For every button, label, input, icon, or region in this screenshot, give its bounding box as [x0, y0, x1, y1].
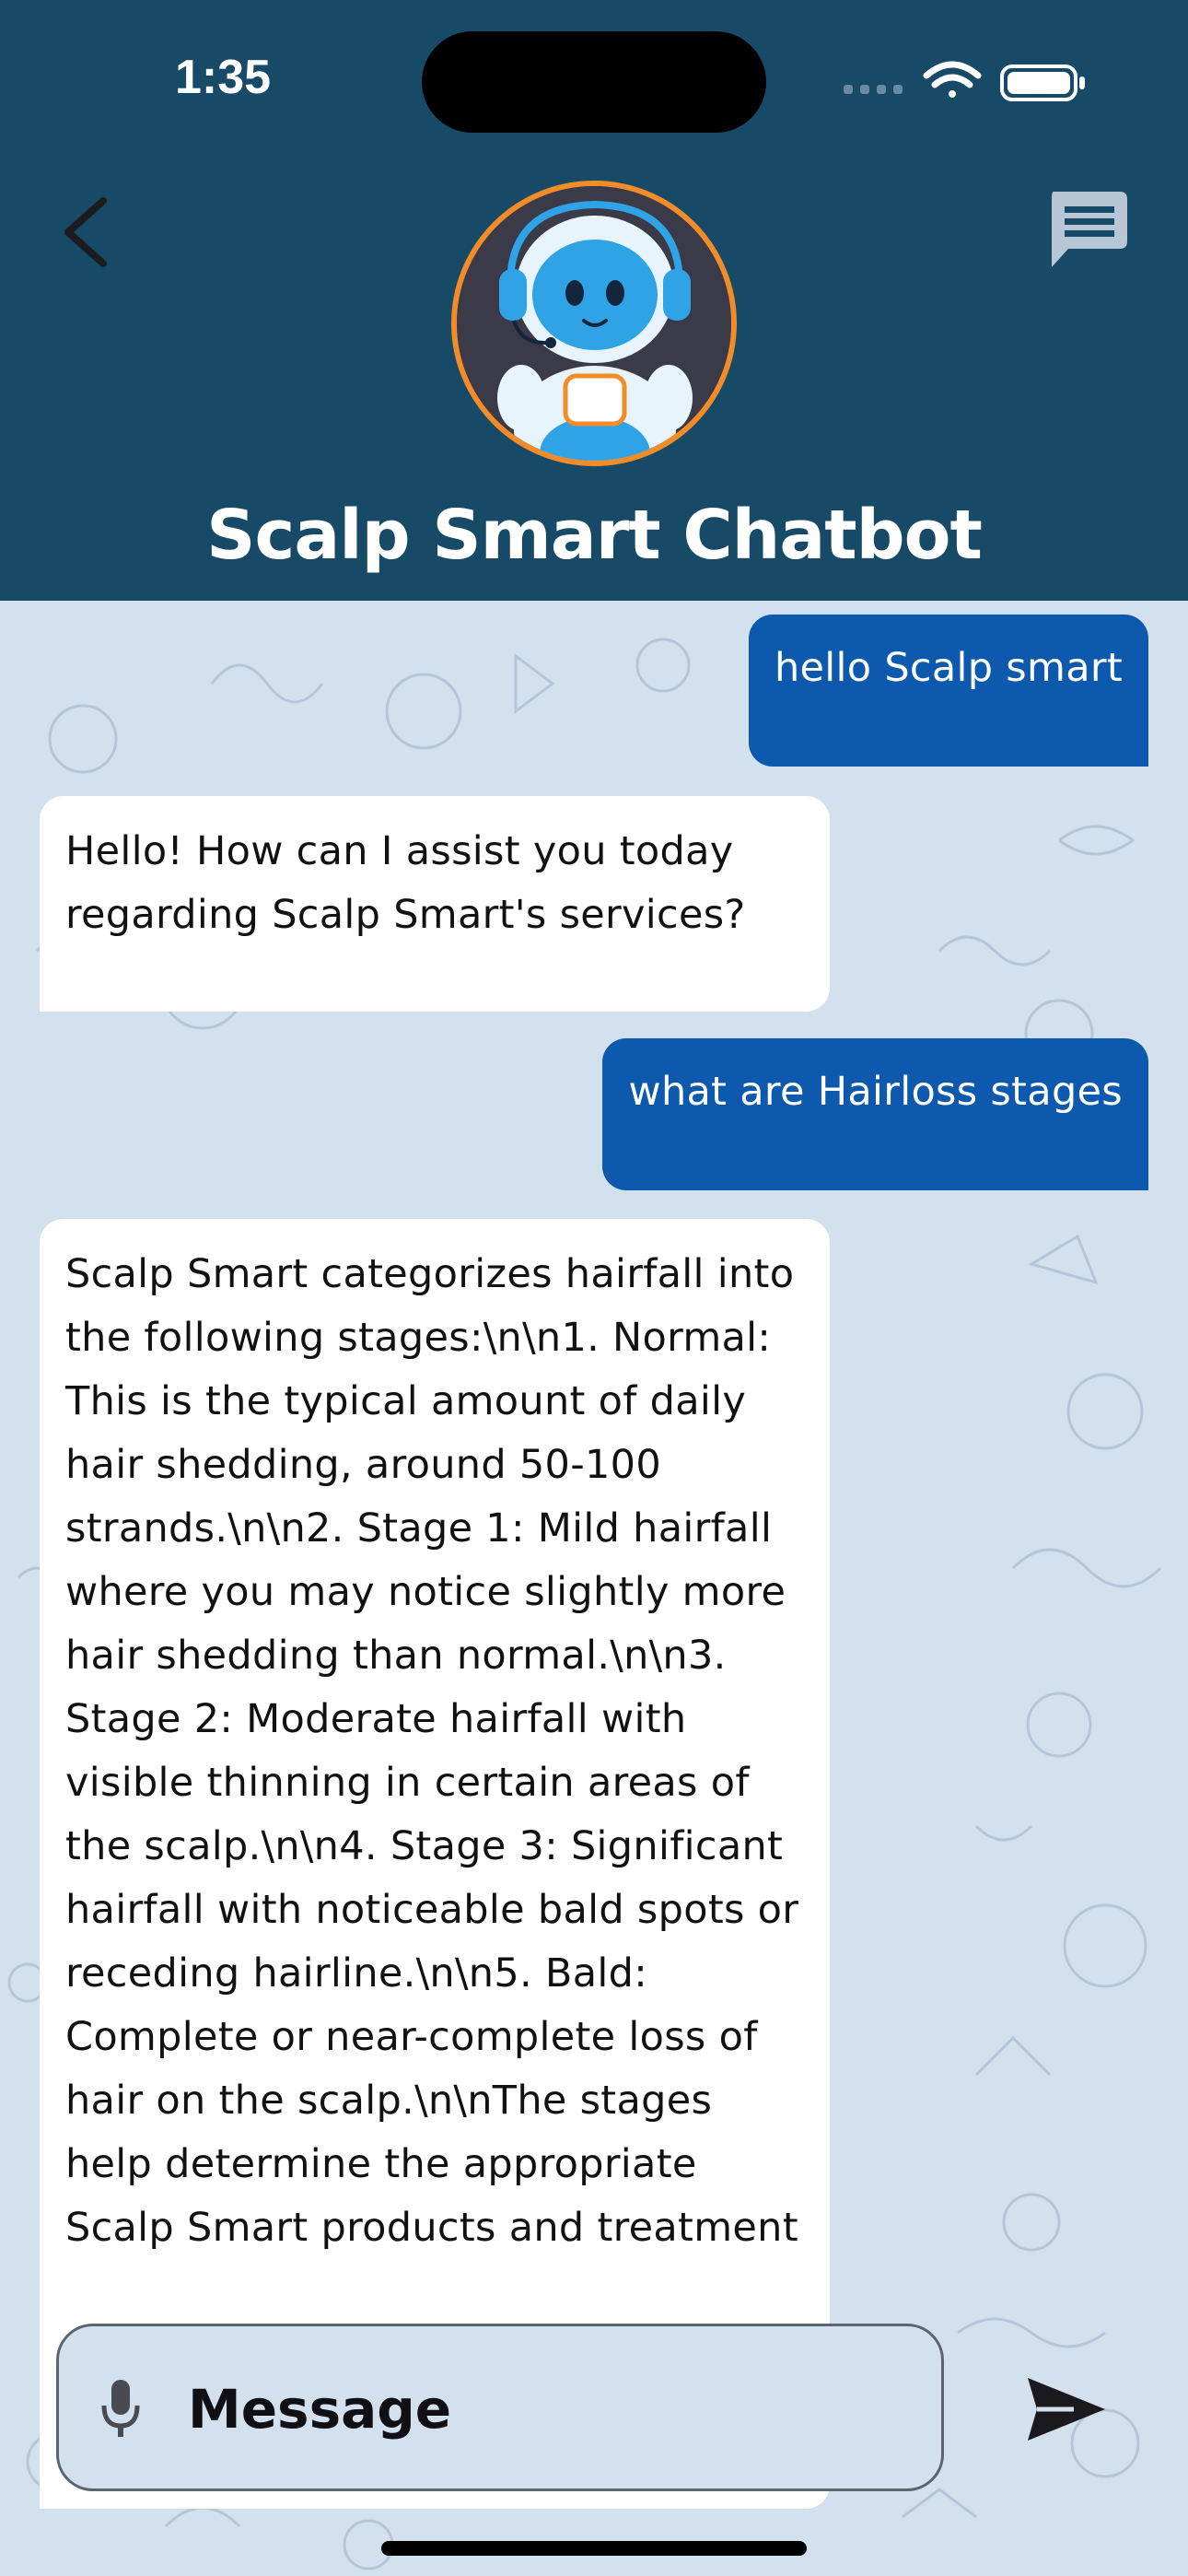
message-icon	[1052, 192, 1127, 267]
home-indicator	[381, 2541, 807, 2556]
status-time: 1:35	[175, 51, 272, 104]
chat-area[interactable]: hello Scalp smart Hello! How can I assis…	[0, 601, 1188, 2576]
bot-avatar	[451, 181, 737, 466]
chevron-left-icon	[64, 197, 107, 267]
bot-message-bubble: Scalp Smart categorizes hairfall into th…	[40, 1219, 830, 2509]
message-text: Hello! How can I assist you today regard…	[65, 828, 746, 938]
status-bar: 1:35	[0, 0, 1188, 157]
microphone-icon	[101, 2380, 140, 2437]
send-button[interactable]	[1024, 2372, 1109, 2446]
dynamic-island	[422, 31, 766, 133]
message-text: Scalp Smart categorizes hairfall into th…	[65, 1251, 799, 2251]
user-message-bubble: what are Hairloss stages	[602, 1038, 1148, 1190]
chat-history-button[interactable]	[1041, 184, 1133, 276]
robot-avatar-icon	[457, 186, 731, 461]
send-icon	[1028, 2378, 1105, 2441]
page-title: Scalp Smart Chatbot	[206, 496, 983, 575]
message-input[interactable]: Message	[188, 2378, 451, 2441]
message-composer[interactable]: Message	[56, 2324, 944, 2491]
message-text: hello Scalp smart	[774, 645, 1123, 691]
bot-message-bubble: Hello! How can I assist you today regard…	[40, 796, 830, 1012]
battery-icon	[1000, 64, 1085, 101]
status-icons	[844, 61, 1085, 101]
microphone-button[interactable]	[98, 2376, 144, 2441]
wifi-icon	[923, 61, 982, 98]
app-header: 1:35 Scalp Smart Chatbot	[0, 0, 1188, 601]
cellular-signal-icon	[844, 85, 903, 94]
message-text: what are Hairloss stages	[628, 1069, 1123, 1115]
user-message-bubble: hello Scalp smart	[748, 615, 1148, 767]
back-button[interactable]	[55, 184, 129, 276]
